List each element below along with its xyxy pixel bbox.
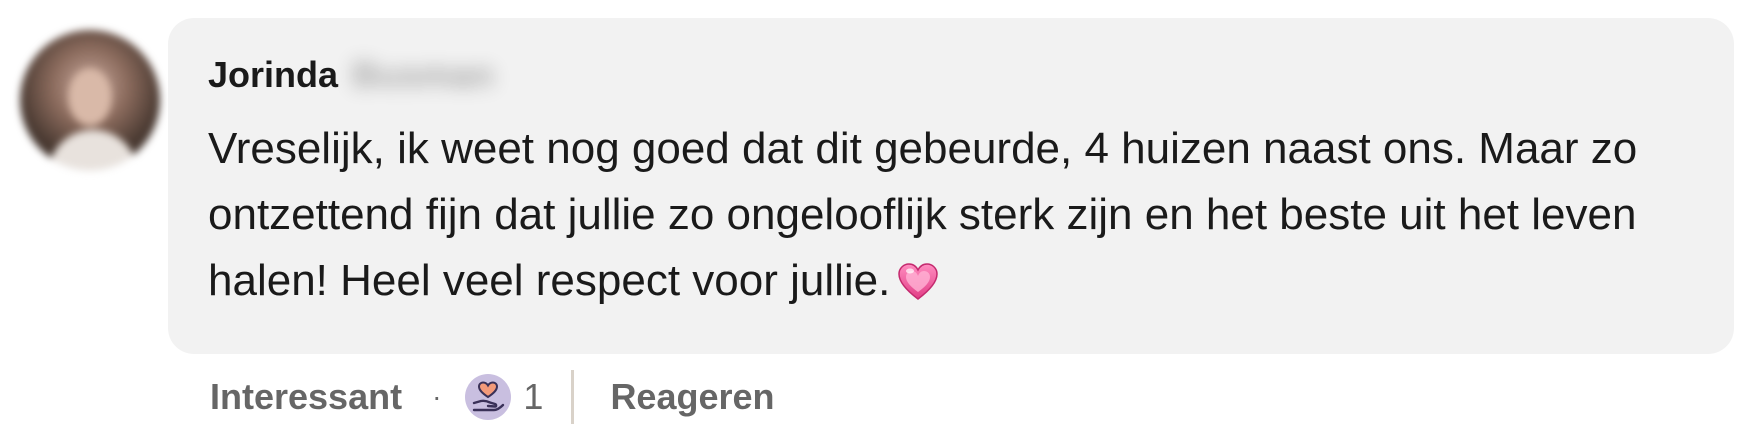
action-separator: · <box>432 381 442 412</box>
comment-text: Vreselijk, ik weet nog goed dat dit gebe… <box>208 116 1698 314</box>
avatar-face <box>68 68 112 126</box>
reply-button[interactable]: Reageren <box>610 376 774 418</box>
comment-bubble: Jorinda Busman Vreselijk, ik weet nog go… <box>168 18 1734 354</box>
hand-holding-heart-icon[interactable] <box>465 374 512 420</box>
comment-actions: Interessant · 1 Reageren <box>210 370 775 424</box>
author-row: Jorinda Busman <box>208 54 494 96</box>
author-first-name[interactable]: Jorinda <box>208 54 338 96</box>
action-divider <box>571 370 575 424</box>
pink-heart-icon <box>896 257 940 301</box>
author-avatar[interactable] <box>20 30 160 170</box>
reaction-count[interactable]: 1 <box>523 376 543 418</box>
interesting-button[interactable]: Interessant <box>210 376 402 418</box>
avatar-shirt <box>48 130 138 170</box>
author-last-name[interactable]: Busman <box>352 54 494 96</box>
